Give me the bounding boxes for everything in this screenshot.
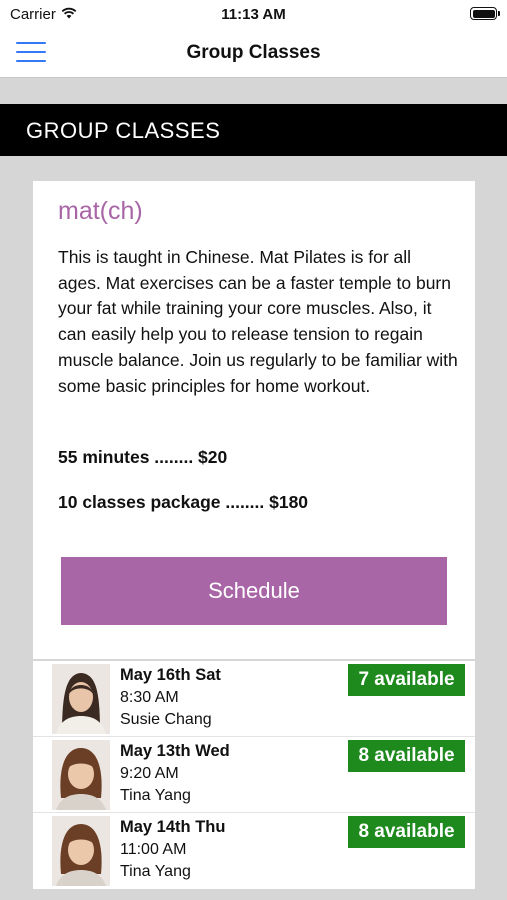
section-title: GROUP CLASSES xyxy=(26,118,221,143)
session-row[interactable]: May 14th Thu 11:00 AM Tina Yang 8 availa… xyxy=(33,813,475,889)
session-row[interactable]: May 16th Sat 8:30 AM Susie Chang 7 avail… xyxy=(33,661,475,737)
session-time: 8:30 AM xyxy=(120,689,179,706)
session-time: 9:20 AM xyxy=(120,765,179,782)
class-description: This is taught in Chinese. Mat Pilates i… xyxy=(58,247,458,396)
section-header: GROUP CLASSES xyxy=(0,104,507,156)
price-single: 55 minutes ........ $20 xyxy=(58,447,228,467)
instructor-avatar xyxy=(52,664,110,734)
navigation-bar: Group Classes xyxy=(0,28,507,78)
class-name: mat(ch) xyxy=(58,197,143,225)
session-date: May 14th Thu xyxy=(120,818,226,836)
instructor-avatar xyxy=(52,816,110,886)
status-bar: Carrier 11:13 AM xyxy=(0,0,507,28)
session-row[interactable]: May 13th Wed 9:20 AM Tina Yang 8 availab… xyxy=(33,737,475,813)
schedule-button[interactable]: Schedule xyxy=(61,557,447,625)
availability-badge[interactable]: 8 available xyxy=(348,816,465,848)
status-time: 11:13 AM xyxy=(221,6,286,23)
class-card: mat(ch) This is taught in Chinese. Mat P… xyxy=(33,181,475,659)
session-instructor: Tina Yang xyxy=(120,787,191,804)
instructor-avatar xyxy=(52,740,110,810)
session-time: 11:00 AM xyxy=(120,841,187,858)
session-list: May 16th Sat 8:30 AM Susie Chang 7 avail… xyxy=(33,661,475,889)
session-instructor: Tina Yang xyxy=(120,863,191,880)
availability-badge[interactable]: 8 available xyxy=(348,740,465,772)
page-title: Group Classes xyxy=(186,42,321,63)
availability-badge[interactable]: 7 available xyxy=(348,664,465,696)
session-date: May 13th Wed xyxy=(120,742,230,760)
session-instructor: Susie Chang xyxy=(120,711,212,728)
price-package: 10 classes package ........ $180 xyxy=(58,492,309,512)
battery-icon xyxy=(470,7,500,20)
session-date: May 16th Sat xyxy=(120,666,221,684)
